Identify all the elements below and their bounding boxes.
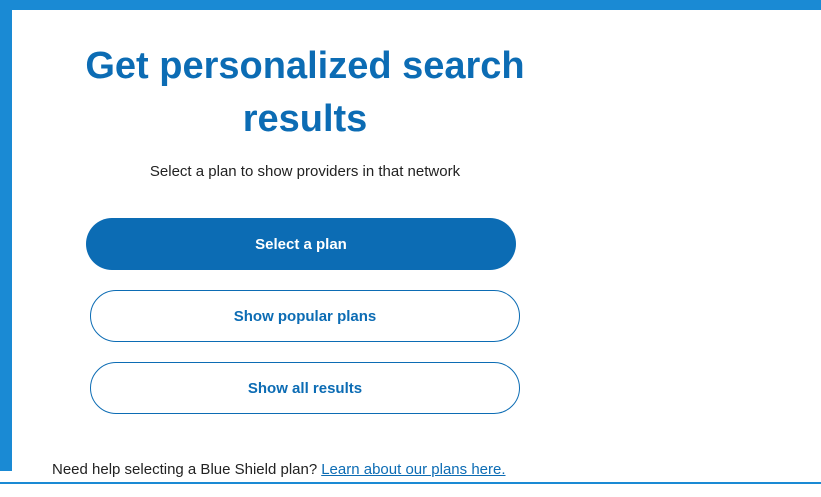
plan-help-text: Need help selecting a Blue Shield plan? L… [52,460,506,480]
plan-help-label: Need help selecting a Blue Shield plan? [52,461,318,478]
show-popular-plans-button[interactable]: Show popular plans [90,290,520,342]
personalized-search-panel: Get personalized search results Select a… [0,0,821,497]
panel-title: Get personalized search results [85,45,525,140]
panel-bottom-border [0,482,821,484]
select-plan-button[interactable]: Select a plan [86,218,516,270]
panel-left-border [0,0,12,471]
panel-top-border [0,0,821,10]
panel-subtitle: Select a plan to show providers in that … [149,163,461,180]
show-all-results-button[interactable]: Show all results [90,362,520,414]
learn-about-plans-link[interactable]: Learn about our plans here. [321,461,505,478]
